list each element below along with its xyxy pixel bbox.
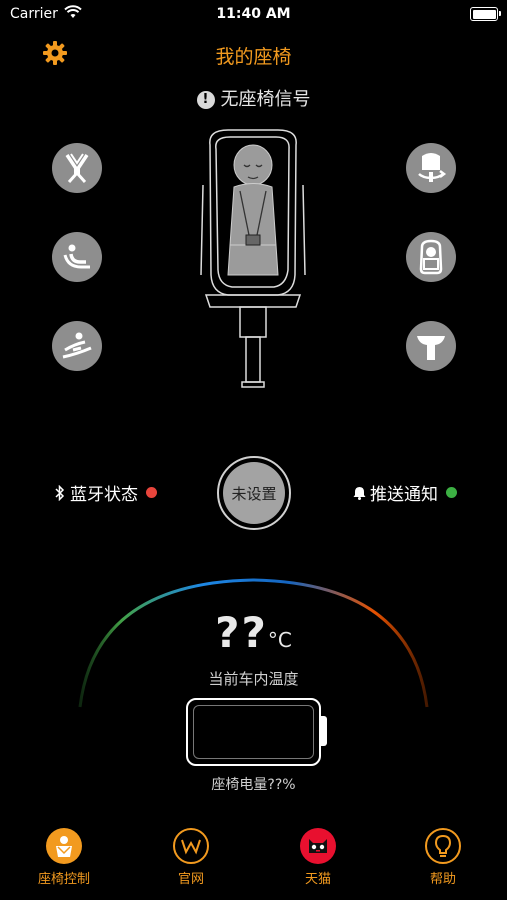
- tab-label: 座椅控制: [37, 872, 90, 887]
- isofix-button[interactable]: [52, 321, 102, 371]
- isofix-icon: [62, 332, 92, 359]
- setup-button[interactable]: 未设置: [217, 456, 291, 530]
- temperature-unit: °C: [267, 628, 292, 652]
- tab-official-site[interactable]: 官网: [146, 828, 236, 887]
- headrest-button[interactable]: [406, 232, 456, 282]
- recline-icon: [63, 244, 90, 269]
- signal-text: 无座椅信号: [220, 89, 311, 110]
- exclamation-icon: !: [196, 91, 215, 109]
- child-seat-illustration: [200, 129, 306, 388]
- temperature-readout: ??°C: [0, 608, 507, 657]
- setup-button-label: 未设置: [223, 462, 285, 524]
- push-label: 推送通知: [370, 485, 438, 505]
- seat-battery-tip: [321, 716, 327, 746]
- tab-label: 帮助: [429, 872, 456, 887]
- tab-label: 官网: [177, 872, 204, 887]
- tab-tmall[interactable]: 天猫: [273, 828, 363, 887]
- status-bar: Carrier 11:40 AM: [0, 0, 507, 28]
- tab-seat-control[interactable]: 座椅控制: [19, 828, 109, 887]
- bluetooth-status: 蓝牙状态: [55, 480, 157, 505]
- page-title: 我的座椅: [215, 46, 292, 68]
- support-leg-icon: [417, 336, 445, 360]
- harness-icon: [65, 153, 89, 183]
- tab-help[interactable]: 帮助: [398, 828, 488, 887]
- headrest-icon: [419, 239, 443, 275]
- push-notification-status: 推送通知: [353, 480, 457, 505]
- bluetooth-icon: [55, 484, 65, 501]
- rotate-seat-icon: [418, 153, 447, 182]
- tmall-icon: [300, 828, 336, 864]
- status-time: 11:40 AM: [216, 6, 291, 22]
- baby-seat-icon: [46, 828, 82, 864]
- temperature-value: ??: [215, 608, 268, 657]
- bell-icon: [353, 486, 366, 500]
- website-logo-icon: [173, 828, 209, 864]
- lightbulb-icon: [425, 828, 461, 864]
- bluetooth-label: 蓝牙状态: [70, 485, 138, 505]
- harness-button[interactable]: [52, 143, 102, 193]
- bluetooth-status-dot: [146, 487, 157, 498]
- seat-signal-status: ! 无座椅信号: [0, 85, 507, 111]
- support-leg-button[interactable]: [406, 321, 456, 371]
- temperature-label: 当前车内温度: [208, 670, 299, 688]
- status-battery-icon: [470, 7, 501, 21]
- recline-button[interactable]: [52, 232, 102, 282]
- rotate-seat-button[interactable]: [406, 143, 456, 193]
- push-status-dot: [446, 487, 457, 498]
- seat-battery-icon: [186, 698, 321, 766]
- tab-label: 天猫: [304, 872, 331, 887]
- battery-label: 座椅电量??%: [211, 777, 296, 793]
